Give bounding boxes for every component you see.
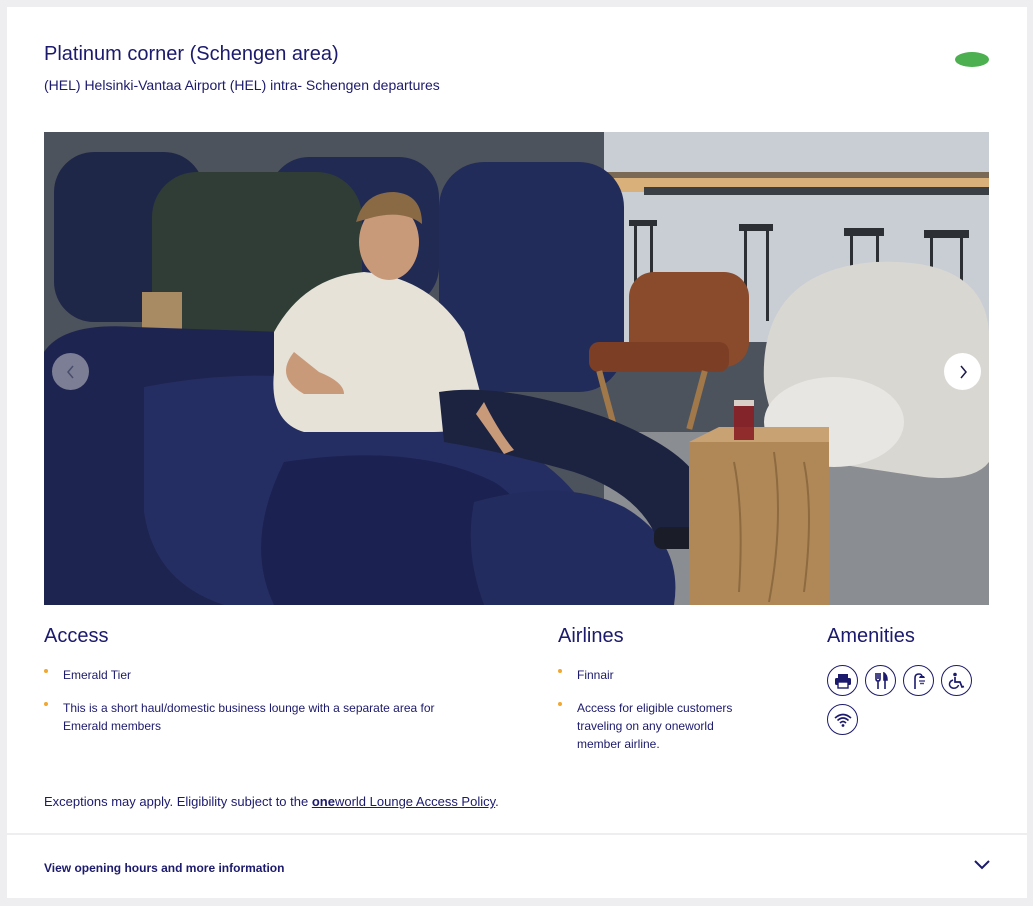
shower-icon	[903, 665, 934, 696]
status-indicator	[955, 52, 989, 67]
access-heading: Access	[44, 625, 109, 647]
lounge-access-policy-link[interactable]: oneworld Lounge Access Policy	[312, 794, 495, 809]
list-item: Finnair	[558, 666, 758, 684]
lounge-title: Platinum corner (Schengen area)	[44, 43, 339, 65]
eligibility-prefix: Exceptions may apply. Eligibility subjec…	[44, 794, 312, 809]
link-brand-prefix: one	[311, 794, 335, 809]
opening-hours-expander[interactable]: View opening hours and more information	[7, 835, 1027, 898]
list-item: Access for eligible customers traveling …	[558, 699, 758, 753]
access-list: Emerald Tier This is a short haul/domest…	[44, 666, 454, 750]
lounge-photo-carousel	[44, 132, 989, 605]
chevron-left-icon	[66, 365, 74, 378]
chevron-down-icon	[974, 860, 990, 870]
amenities-icons	[827, 665, 987, 735]
list-item: Emerald Tier	[44, 666, 454, 684]
eligibility-note: Exceptions may apply. Eligibility subjec…	[44, 794, 499, 809]
lounge-card: Platinum corner (Schengen area) (HEL) He…	[7, 7, 1027, 833]
opening-hours-label: View opening hours and more information	[44, 861, 285, 875]
lounge-subtitle: (HEL) Helsinki-Vantaa Airport (HEL) intr…	[44, 77, 440, 93]
amenities-heading: Amenities	[827, 625, 915, 647]
airlines-list: Finnair Access for eligible customers tr…	[558, 666, 758, 768]
wheelchair-icon	[941, 665, 972, 696]
eligibility-suffix: .	[495, 794, 499, 809]
airlines-heading: Airlines	[558, 625, 624, 647]
wifi-icon	[827, 704, 858, 735]
carousel-next-button[interactable]	[944, 353, 981, 390]
list-item: This is a short haul/domestic business l…	[44, 699, 454, 735]
printer-icon	[827, 665, 858, 696]
link-text: world Lounge Access Policy	[334, 794, 496, 809]
chevron-right-icon	[959, 365, 967, 378]
dining-icon	[865, 665, 896, 696]
carousel-prev-button[interactable]	[52, 353, 89, 390]
lounge-photo	[44, 132, 989, 605]
